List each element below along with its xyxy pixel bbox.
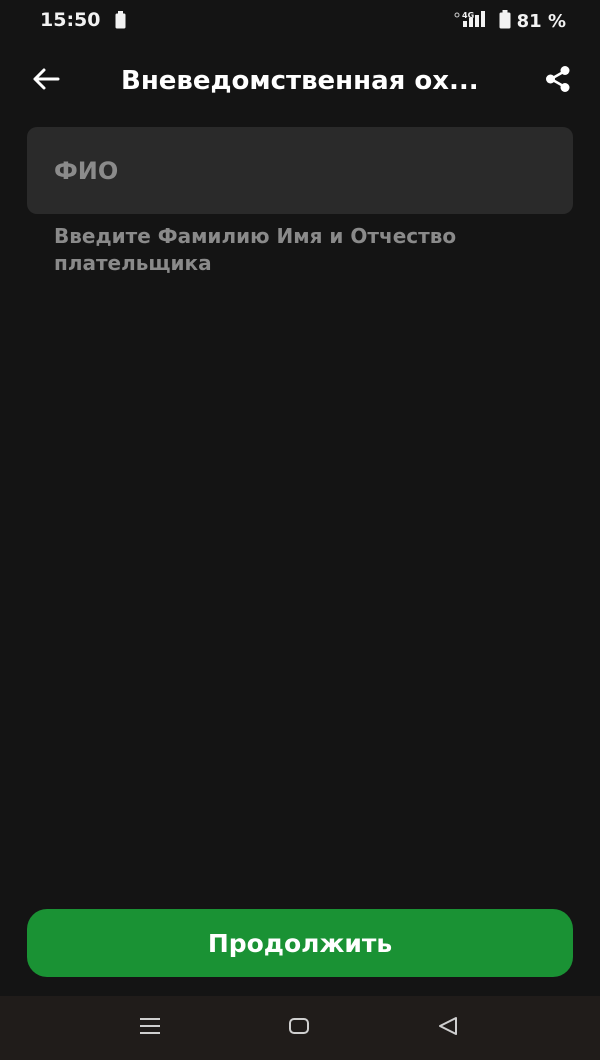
- home-square-icon: [288, 1017, 310, 1039]
- nav-recent-apps-button[interactable]: [126, 1010, 174, 1046]
- fio-input[interactable]: [27, 127, 573, 214]
- status-right-group: 4G 81 %: [453, 9, 566, 33]
- page-title: Вневедомственная ох...: [121, 66, 479, 96]
- arrow-left-icon: [32, 67, 60, 95]
- continue-button[interactable]: Продолжить: [27, 909, 573, 977]
- share-icon: [544, 65, 572, 97]
- nav-back-button[interactable]: [424, 1010, 472, 1046]
- nav-home-button[interactable]: [275, 1010, 323, 1046]
- battery-percent: 81 %: [516, 10, 566, 32]
- system-nav-bar: [0, 996, 600, 1060]
- status-time: 15:50: [40, 9, 101, 31]
- battery-icon: [499, 9, 511, 33]
- battery-saver-icon: [115, 11, 126, 33]
- fio-field-container: [27, 127, 573, 214]
- triangle-back-icon: [437, 1016, 459, 1040]
- app-bar: Вневедомственная ох...: [0, 52, 600, 110]
- fio-hint: Введите Фамилию Имя и Отчество плательщи…: [54, 224, 457, 275]
- back-button[interactable]: [22, 60, 70, 102]
- menu-lines-icon: [138, 1017, 162, 1039]
- share-button[interactable]: [534, 60, 582, 102]
- signal-icon: 4G: [453, 9, 493, 33]
- status-bar: 15:50 4G 81 %: [0, 0, 600, 42]
